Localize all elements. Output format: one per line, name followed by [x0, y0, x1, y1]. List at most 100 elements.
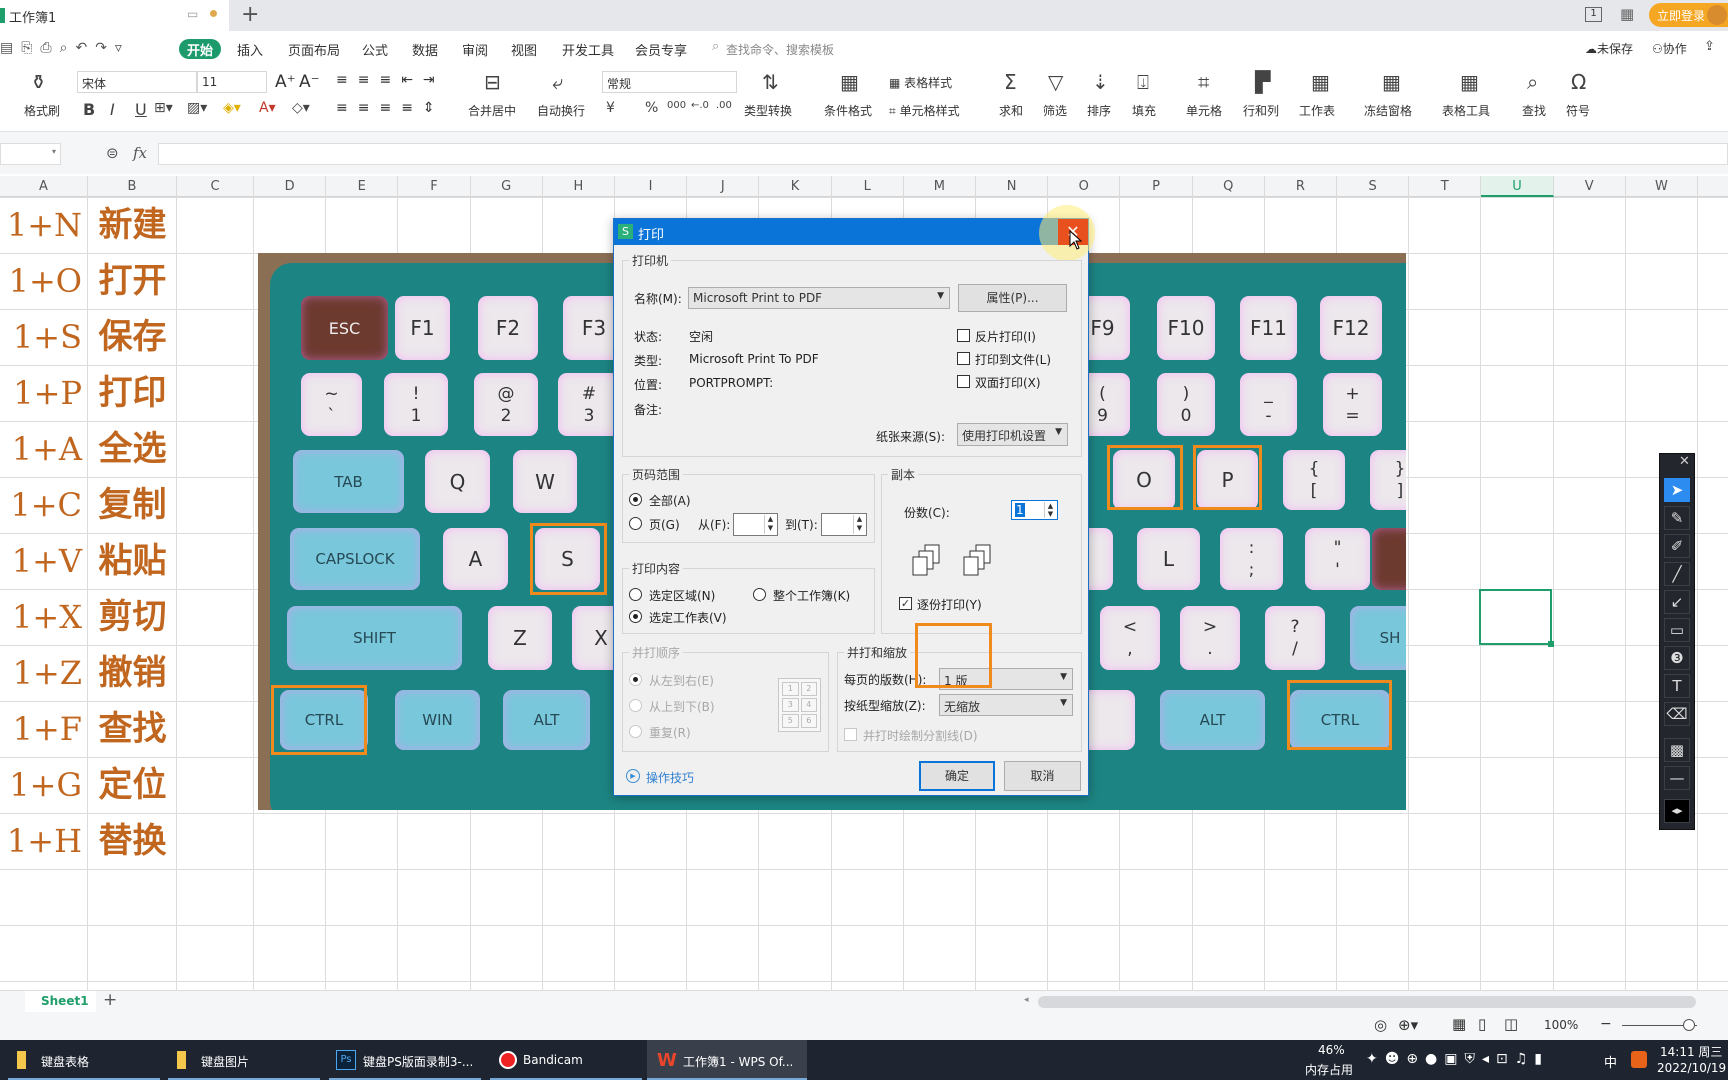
- type-convert-button[interactable]: 类型转换: [744, 102, 792, 119]
- number-stamp-icon[interactable]: ❸: [1664, 646, 1690, 670]
- font-color-icon[interactable]: A▾: [259, 100, 276, 116]
- new-tab-button[interactable]: +: [241, 2, 259, 27]
- content-workbook-radio[interactable]: [753, 588, 766, 601]
- sheet-tab-sheet1[interactable]: Sheet1: [25, 991, 96, 1012]
- cell-shortcut[interactable]: 1+Z: [0, 645, 88, 701]
- column-header-F[interactable]: F: [398, 176, 471, 197]
- share-icon[interactable]: ⇪: [1704, 39, 1715, 54]
- cell-shortcut[interactable]: 1+X: [0, 589, 88, 645]
- freeze-panes-button[interactable]: 冻结窗格: [1364, 102, 1412, 119]
- spinner-arrows-icon[interactable]: ▲ ▼: [764, 515, 776, 534]
- fill-handle[interactable]: [1548, 641, 1554, 647]
- cell-button[interactable]: 单元格: [1186, 102, 1222, 119]
- cell-action[interactable]: 保存: [88, 309, 177, 365]
- cell-shortcut[interactable]: 1+O: [0, 253, 88, 309]
- selected-cell-U8[interactable]: [1479, 589, 1554, 647]
- cell-shortcut[interactable]: 1+G: [0, 757, 88, 813]
- cell-shortcut[interactable]: 1+A: [0, 421, 88, 477]
- font-shrink-icon[interactable]: A⁻: [299, 72, 320, 92]
- draw-divider-checkbox[interactable]: [844, 728, 857, 741]
- highlighter-icon[interactable]: ✐: [1664, 534, 1690, 558]
- pencil-icon[interactable]: ✎: [1664, 506, 1690, 530]
- taskbar-item-photoshop[interactable]: Ps 键盘PS版面录制3-...: [329, 1040, 481, 1080]
- page-break-view-icon[interactable]: ▯: [1478, 1015, 1486, 1033]
- order-repeat-radio[interactable]: [629, 725, 642, 738]
- eraser-icon[interactable]: ⌫: [1664, 702, 1690, 726]
- page-view-button[interactable]: 1: [1585, 7, 1602, 22]
- horizontal-scrollbar[interactable]: [1038, 996, 1696, 1008]
- taskbar-item-folder-keyboard-images[interactable]: 键盘图片: [168, 1040, 320, 1080]
- tab-formulas[interactable]: 公式: [362, 40, 388, 59]
- column-header-A[interactable]: A: [0, 176, 88, 197]
- screen-icon[interactable]: ▭: [187, 7, 198, 21]
- taskbar-item-bandicam[interactable]: Bandicam: [490, 1040, 642, 1080]
- fill-button[interactable]: 填充: [1132, 102, 1156, 119]
- command-search-input[interactable]: 查找命令、搜索模板: [726, 41, 834, 58]
- line-width-icon[interactable]: —: [1664, 766, 1690, 790]
- column-header-I[interactable]: I: [615, 176, 688, 197]
- dialog-titlebar[interactable]: S 打印 ✕: [614, 205, 1095, 261]
- ok-button[interactable]: 确定: [919, 761, 995, 791]
- eye-protection-icon[interactable]: ◎: [1374, 1016, 1387, 1034]
- table-tools-button[interactable]: 表格工具: [1442, 102, 1490, 119]
- column-header-T[interactable]: T: [1409, 176, 1482, 197]
- collate-checkbox[interactable]: ✓: [899, 597, 912, 610]
- to-page-input[interactable]: ▲ ▼: [821, 513, 867, 536]
- properties-button[interactable]: 属性(P)...: [958, 284, 1067, 312]
- order-lr-radio[interactable]: [629, 673, 642, 686]
- column-header-P[interactable]: P: [1120, 176, 1193, 197]
- document-tab[interactable]: 工作簿1 ▭: [0, 0, 229, 31]
- conditional-format-button[interactable]: 条件格式: [824, 102, 872, 119]
- sogou-icon[interactable]: [1631, 1051, 1647, 1068]
- content-sheet-radio[interactable]: [629, 610, 642, 623]
- copies-input[interactable]: 1 ▲ ▼: [1011, 500, 1058, 520]
- print-to-file-checkbox[interactable]: [957, 352, 970, 365]
- taskbar-item-wps[interactable]: W 工作簿1 - WPS Of...: [647, 1040, 807, 1080]
- column-header-J[interactable]: J: [687, 176, 760, 197]
- column-header-O[interactable]: O: [1048, 176, 1121, 197]
- symbol-button[interactable]: 符号: [1566, 102, 1590, 119]
- font-size-select[interactable]: 11: [197, 71, 267, 93]
- percent-button[interactable]: %: [645, 100, 658, 116]
- cell-action[interactable]: 剪切: [88, 589, 177, 645]
- tab-insert[interactable]: 插入: [237, 40, 263, 59]
- tips-link[interactable]: 操作技巧: [646, 769, 694, 786]
- table-style-button[interactable]: ▦ 表格样式: [889, 74, 952, 91]
- column-header-E[interactable]: E: [326, 176, 399, 197]
- sort-button[interactable]: 排序: [1087, 102, 1111, 119]
- cell-action[interactable]: 替换: [88, 813, 177, 869]
- column-header-C[interactable]: C: [177, 176, 254, 197]
- unsaved-status[interactable]: ☁未保存: [1585, 40, 1633, 57]
- duplex-checkbox[interactable]: [957, 375, 970, 388]
- content-selection-radio[interactable]: [629, 588, 642, 601]
- resize-arrows-icon[interactable]: ◂▸: [1664, 799, 1690, 823]
- column-header-G[interactable]: G: [471, 176, 543, 197]
- scale-select[interactable]: 无缩放 ▼: [939, 694, 1073, 716]
- arrow-icon[interactable]: ↙: [1664, 590, 1690, 614]
- cell-style-button[interactable]: ⌗ 单元格样式: [889, 102, 960, 119]
- paper-source-select[interactable]: 使用打印机设置 ▼: [957, 423, 1068, 446]
- spinner-arrows-icon[interactable]: ▲ ▼: [853, 515, 865, 534]
- cell-shortcut[interactable]: 1+F: [0, 701, 88, 757]
- cell-shortcut[interactable]: 1+S: [0, 309, 88, 365]
- close-icon[interactable]: ✕: [1679, 454, 1690, 469]
- column-header-M[interactable]: M: [904, 176, 976, 197]
- clear-icon[interactable]: ◇▾: [292, 100, 310, 116]
- cell-action[interactable]: 复制: [88, 477, 177, 533]
- column-header-S[interactable]: S: [1337, 176, 1410, 197]
- column-header-B[interactable]: B: [88, 176, 177, 197]
- normal-view-icon[interactable]: ▦: [1452, 1015, 1466, 1033]
- rectangle-icon[interactable]: ▭: [1664, 618, 1690, 642]
- clock-date[interactable]: 2022/10/19: [1657, 1061, 1726, 1075]
- font-grow-icon[interactable]: A⁺: [275, 72, 296, 92]
- fill-color-icon[interactable]: ◈▾: [223, 100, 241, 116]
- cell-shortcut[interactable]: 1+C: [0, 477, 88, 533]
- tab-member[interactable]: 会员专享: [635, 40, 687, 59]
- italic-button[interactable]: I: [110, 100, 115, 119]
- cell-style-icon[interactable]: ▨▾: [187, 100, 207, 116]
- merge-center-button[interactable]: 合并居中: [468, 102, 516, 119]
- column-header-X[interactable]: X: [1698, 176, 1728, 197]
- column-header-N[interactable]: N: [976, 176, 1049, 197]
- cell-action[interactable]: 打开: [88, 253, 177, 309]
- fx-button[interactable]: fx: [133, 144, 147, 162]
